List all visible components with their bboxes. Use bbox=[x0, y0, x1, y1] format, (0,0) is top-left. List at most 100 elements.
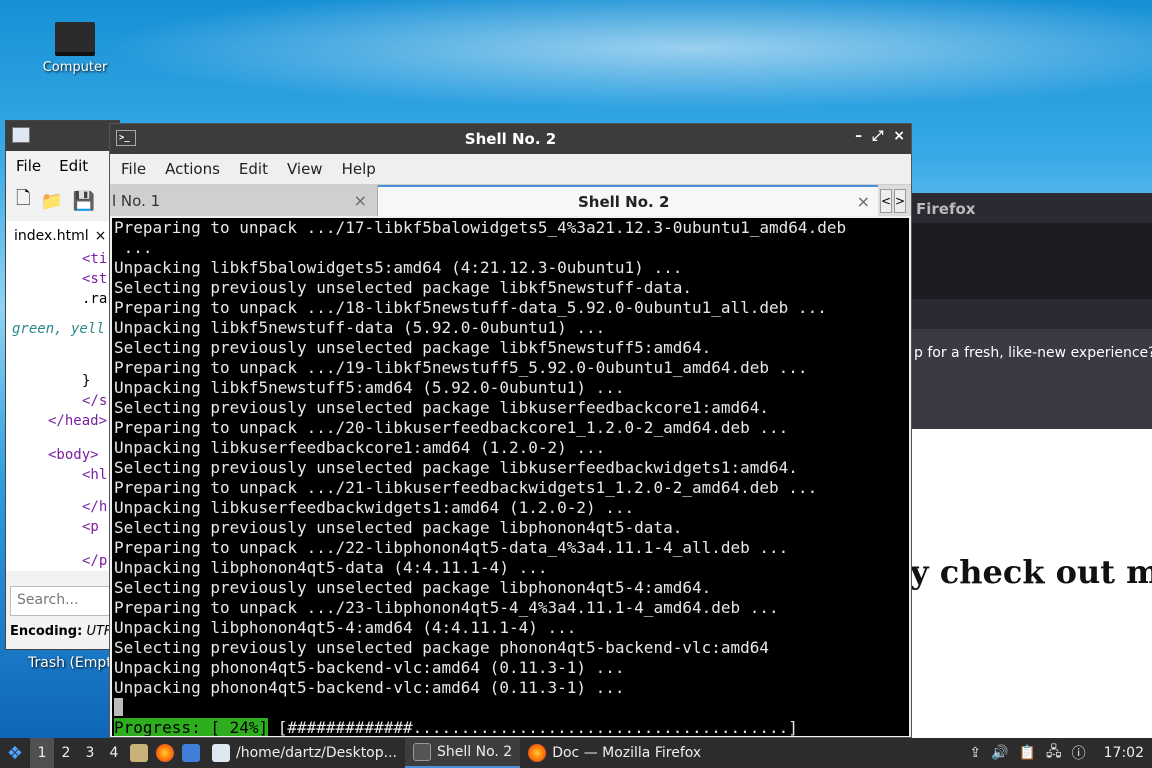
network-icon[interactable]: 🖧 bbox=[1046, 741, 1062, 765]
terminal-task-icon bbox=[413, 743, 431, 761]
terminal-menu-edit[interactable]: Edit bbox=[239, 160, 268, 178]
terminal-line: ... bbox=[114, 238, 153, 257]
show-desktop-icon[interactable] bbox=[178, 738, 204, 768]
new-file-icon[interactable]: 🗋 bbox=[16, 186, 30, 216]
taskbar: ❖ 1 2 3 4 /home/dartz/Desktop... Shell N… bbox=[0, 738, 1152, 768]
open-folder-icon[interactable]: 📁 bbox=[40, 191, 62, 212]
tab-shell-1[interactable]: l No. 1 × bbox=[110, 185, 378, 216]
editor-window[interactable]: File Edit 🗋 📁 💾 index.html × <ti <st .ra gr… bbox=[5, 120, 120, 650]
terminal-line: Unpacking phonon4qt5-backend-vlc:amd64 (… bbox=[114, 678, 625, 697]
code-line: <body> bbox=[48, 447, 99, 463]
editor-app-icon bbox=[12, 127, 30, 143]
editor-menubar: File Edit bbox=[6, 151, 119, 181]
editor-tab-close-icon[interactable]: × bbox=[95, 228, 107, 244]
editor-menu-file[interactable]: File bbox=[16, 157, 41, 175]
code-line: .ra bbox=[82, 291, 108, 307]
editor-titlebar[interactable] bbox=[6, 121, 119, 151]
close-icon[interactable]: × bbox=[893, 128, 905, 144]
task-terminal-label: Shell No. 2 bbox=[437, 744, 513, 760]
terminal-output[interactable]: Preparing to unpack .../17-libkf5balowid… bbox=[112, 218, 909, 736]
firefox-launcher-icon[interactable] bbox=[152, 738, 178, 768]
save-icon[interactable]: 💾 bbox=[73, 191, 95, 212]
editor-tab-label: index.html bbox=[14, 227, 89, 244]
terminal-line: Preparing to unpack .../22-libphonon4qt5… bbox=[114, 538, 789, 557]
code-line: </head> bbox=[48, 413, 108, 429]
tab-shell-2[interactable]: Shell No. 2 × bbox=[378, 185, 878, 216]
firefox-title[interactable]: Firefox bbox=[910, 193, 1152, 223]
terminal-menubar: File Actions Edit View Help bbox=[110, 154, 911, 184]
tab-scroll-left-icon[interactable]: < bbox=[880, 188, 892, 213]
editor-search-input[interactable]: Search... bbox=[10, 586, 118, 616]
firefox-task-icon bbox=[528, 744, 547, 762]
terminal-line: Preparing to unpack .../20-libkuserfeedb… bbox=[114, 418, 789, 437]
terminal-title: Shell No. 2 bbox=[464, 130, 557, 148]
terminal-menu-view[interactable]: View bbox=[287, 160, 323, 178]
terminal-line: Preparing to unpack .../21-libkuserfeedb… bbox=[114, 478, 818, 497]
terminal-line: Unpacking libkf5balowidgets5:amd64 (4:21… bbox=[114, 258, 683, 277]
progress-bar: [#############..........................… bbox=[268, 718, 798, 736]
task-firefox[interactable]: Doc — Mozilla Firefox bbox=[520, 738, 709, 768]
editor-tab-index-html[interactable]: index.html × bbox=[6, 220, 116, 251]
task-editor-label: /home/dartz/Desktop... bbox=[236, 745, 397, 761]
code-line: <hl bbox=[82, 467, 108, 483]
code-line: <p bbox=[82, 519, 99, 535]
desktop-computer-icon[interactable]: Computer bbox=[30, 22, 120, 75]
firefox-tab-area bbox=[910, 223, 1152, 299]
terminal-line: Preparing to unpack .../19-libkf5newstuf… bbox=[114, 358, 808, 377]
tab-shell-2-label: Shell No. 2 bbox=[578, 192, 670, 211]
workspace-3[interactable]: 3 bbox=[78, 738, 102, 768]
terminal-window[interactable]: >_ Shell No. 2 – ⤢ × File Actions Edit V… bbox=[109, 123, 912, 738]
terminal-cursor bbox=[114, 698, 123, 716]
terminal-titlebar[interactable]: >_ Shell No. 2 – ⤢ × bbox=[110, 124, 911, 154]
clock[interactable]: 17:02 bbox=[1096, 745, 1144, 761]
terminal-line: Unpacking libphonon4qt5-4:amd64 (4:4.11.… bbox=[114, 618, 577, 637]
workspace-1[interactable]: 1 bbox=[30, 738, 54, 768]
update-icon[interactable]: ⇪ bbox=[969, 745, 981, 761]
terminal-line: Selecting previously unselected package … bbox=[114, 398, 770, 417]
task-terminal[interactable]: Shell No. 2 bbox=[405, 738, 521, 768]
terminal-line: Unpacking libkf5newstuff5:amd64 (5.92.0-… bbox=[114, 378, 625, 397]
workspace-4[interactable]: 4 bbox=[102, 738, 126, 768]
terminal-line: Unpacking libkuserfeedbackcore1:amd64 (1… bbox=[114, 438, 606, 457]
code-line: green, yell bbox=[12, 321, 105, 337]
file-manager-launcher-icon[interactable] bbox=[126, 738, 152, 768]
code-line: </p bbox=[82, 553, 108, 569]
terminal-menu-actions[interactable]: Actions bbox=[165, 160, 220, 178]
terminal-line: Selecting previously unselected package … bbox=[114, 278, 692, 297]
terminal-menu-help[interactable]: Help bbox=[342, 160, 376, 178]
code-line: </h bbox=[82, 499, 108, 515]
clipboard-icon[interactable]: 📋 bbox=[1019, 745, 1036, 761]
tab-shell-1-close-icon[interactable]: × bbox=[354, 191, 367, 210]
volume-icon[interactable]: 🔊 bbox=[991, 745, 1008, 761]
task-firefox-label: Doc — Mozilla Firefox bbox=[552, 745, 702, 761]
terminal-line: Selecting previously unselected package … bbox=[114, 578, 712, 597]
terminal-menu-file[interactable]: File bbox=[121, 160, 146, 178]
terminal-line: Selecting previously unselected package … bbox=[114, 518, 683, 537]
editor-menu-edit[interactable]: Edit bbox=[59, 157, 88, 175]
editor-encoding-status: Encoding: UTF bbox=[10, 624, 111, 639]
firefox-window[interactable]: Firefox p for a fresh, like-new experien… bbox=[910, 193, 1152, 738]
progress-label: Progress: [ 24%] bbox=[114, 718, 269, 736]
code-line: <st bbox=[82, 271, 108, 287]
desktop-computer-label: Computer bbox=[42, 60, 108, 75]
editor-task-icon bbox=[212, 744, 230, 762]
maximize-icon[interactable]: ⤢ bbox=[872, 128, 883, 144]
task-editor[interactable]: /home/dartz/Desktop... bbox=[204, 738, 405, 768]
notification-icon[interactable]: ⓘ bbox=[1072, 743, 1086, 763]
terminal-line: Preparing to unpack .../17-libkf5balowid… bbox=[114, 218, 847, 237]
progress-line: Progress: [ 24%] [#############.........… bbox=[114, 718, 909, 736]
terminal-cursor-line bbox=[114, 698, 909, 718]
firefox-page-heading: y check out m bbox=[910, 553, 1152, 591]
workspace-2[interactable]: 2 bbox=[54, 738, 78, 768]
firefox-url-bar[interactable] bbox=[910, 299, 1152, 329]
system-tray: ⇪ 🔊 📋 🖧 ⓘ 17:02 bbox=[969, 741, 1152, 765]
terminal-line: Unpacking libphonon4qt5-data (4:4.11.1-4… bbox=[114, 558, 548, 577]
desktop-trash-label[interactable]: Trash (Empt bbox=[28, 655, 112, 671]
minimize-icon[interactable]: – bbox=[855, 128, 862, 144]
tab-shell-2-close-icon[interactable]: × bbox=[857, 192, 870, 211]
editor-code-area[interactable]: <ti <st .ra green, yell} </s </head> <body> <hl… bbox=[6, 251, 119, 571]
terminal-tabbar: l No. 1 × Shell No. 2 × < > bbox=[110, 184, 911, 216]
tab-scroll-right-icon[interactable]: > bbox=[894, 188, 906, 213]
wallpaper-highlight bbox=[0, 0, 1152, 120]
start-menu-icon[interactable]: ❖ bbox=[0, 738, 30, 768]
